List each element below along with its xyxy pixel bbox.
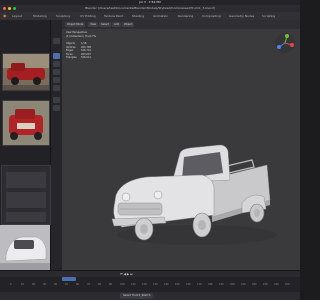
tab-compositing[interactable]: Compositing [200, 13, 223, 19]
reference-cab-render[interactable] [0, 225, 50, 270]
timeline-tick: 150 [175, 283, 180, 286]
measure-tool-icon[interactable] [53, 105, 60, 111]
reference-blueprint-sheet[interactable] [1, 165, 51, 225]
3d-viewport[interactable]: Object Mode View Select Add Object User … [62, 20, 300, 270]
move-tool-icon[interactable] [53, 61, 60, 67]
timeline-tick: 200 [230, 283, 235, 286]
scale-tool-icon[interactable] [53, 77, 60, 83]
collection-info: (1) Collection | Truck FG [66, 34, 96, 38]
timeline-tick: 30 [43, 283, 47, 286]
timeline-tick: 120 [142, 283, 147, 286]
stat-triangles: Triangles 526,014 [66, 56, 91, 60]
tab-geometry-nodes[interactable]: Geometry Nodes [227, 13, 256, 19]
minimize-window-button[interactable] [8, 7, 11, 10]
tab-texture-paint[interactable]: Texture Paint [102, 13, 125, 19]
status-bar: Select Truck1_Sketch [0, 292, 300, 300]
object-menu[interactable]: Object [122, 22, 135, 27]
timeline-tick: 130 [153, 283, 158, 286]
close-window-button[interactable] [3, 7, 6, 10]
timeline-editor[interactable]: ⏮ ◀ ▶ ⏭ 0 10 20 30 40 50 60 70 80 90 100 110 120 130 1… [0, 270, 300, 293]
tab-animation[interactable]: Animation [151, 13, 170, 19]
mode-selector[interactable]: Object Mode [65, 22, 86, 27]
transform-tool-icon[interactable] [53, 85, 60, 91]
timeline-tick: 240 [274, 283, 279, 286]
annotate-tool-icon[interactable] [53, 97, 60, 103]
tab-layout[interactable]: Layout [10, 13, 24, 19]
window-title: Blender [/Users/test/Documents/Blender/M… [85, 6, 215, 10]
reference-photo-red-truck[interactable] [2, 53, 50, 91]
timeline-tick: 140 [164, 283, 169, 286]
reference-image-panel[interactable] [0, 20, 51, 270]
truck-3d-model[interactable] [102, 125, 282, 255]
timeline-header: ⏮ ◀ ▶ ⏭ [0, 271, 300, 277]
timeline-tick: 210 [241, 283, 246, 286]
rotate-tool-icon[interactable] [53, 69, 60, 75]
timeline-tick: 160 [186, 283, 191, 286]
timeline-tick: 100 [120, 283, 125, 286]
timeline-tick: 230 [263, 283, 268, 286]
tab-uv-editing[interactable]: UV Editing [78, 13, 98, 19]
window-titlebar: Blender [/Users/test/Documents/Blender/M… [0, 5, 300, 12]
tab-modeling[interactable]: Modeling [31, 13, 49, 19]
timeline-tick: 10 [21, 283, 25, 286]
tab-rendering[interactable]: Rendering [176, 13, 195, 19]
timeline-tick: 250 [285, 283, 290, 286]
navigation-gizmo[interactable] [274, 32, 296, 54]
timeline-tick: 70 [87, 283, 91, 286]
select-menu[interactable]: Select [99, 22, 112, 27]
tab-shading[interactable]: Shading [130, 13, 146, 19]
timeline-tick: 110 [131, 283, 136, 286]
tab-scripting[interactable]: Scripting [260, 13, 277, 19]
timeline-playhead[interactable] [62, 277, 76, 281]
blender-logo-icon[interactable]: ◉ [3, 12, 8, 20]
timeline-tick: 20 [32, 283, 36, 286]
timeline-tick: 40 [54, 283, 58, 286]
tool-shelf [51, 20, 62, 270]
select-box-tool-icon[interactable] [53, 38, 60, 44]
timeline-tick: 90 [109, 283, 113, 286]
tab-sculpting[interactable]: Sculpting [54, 13, 72, 19]
viewport-text-overlay: User Perspective (1) Collection | Truck … [66, 31, 106, 38]
viewport-header: Object Mode View Select Add Object [62, 20, 300, 29]
reference-photo-truck-front[interactable] [2, 100, 50, 146]
timeline-tick: 60 [76, 283, 80, 286]
timeline-tick: 0 [10, 283, 12, 286]
timeline-tick: 190 [219, 283, 224, 286]
timeline-tick: 50 [65, 283, 69, 286]
play-controls[interactable]: ⏮ ◀ ▶ ⏭ [120, 271, 133, 277]
timeline-tick: 80 [98, 283, 102, 286]
zoom-window-button[interactable] [13, 7, 16, 10]
timeline-tick: 220 [252, 283, 257, 286]
cursor-tool-icon[interactable] [53, 53, 60, 59]
timeline-tick: 180 [208, 283, 213, 286]
view-menu[interactable]: View [88, 22, 99, 27]
scene-statistics: Objects 1/18 Vertices 264,798 Edges 526,719… [66, 42, 100, 60]
add-menu[interactable]: Add [112, 22, 122, 27]
timeline-tick: 170 [197, 283, 202, 286]
scene-selector-button[interactable]: Select Truck1_Sketch [120, 293, 154, 299]
